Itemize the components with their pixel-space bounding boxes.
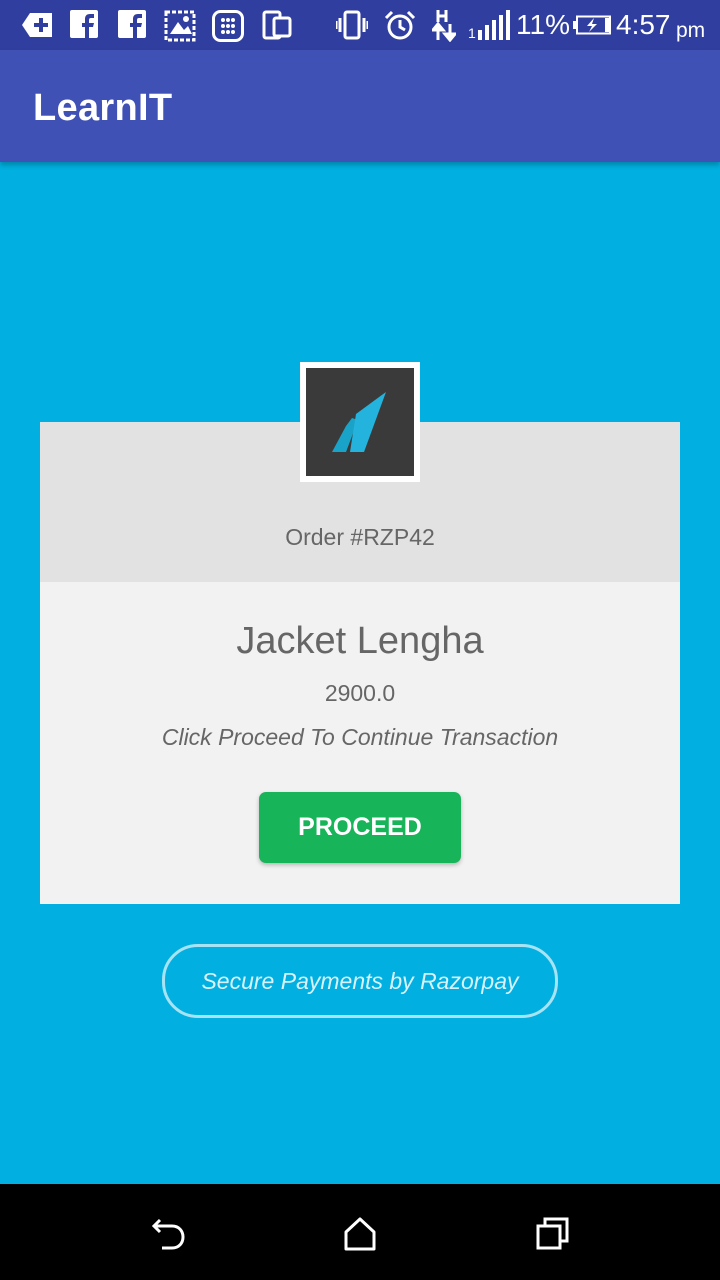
- tablet-icon: [262, 10, 292, 40]
- battery-percent: 11%: [516, 9, 570, 40]
- battery-charging-icon: [573, 15, 611, 35]
- facebook-icon: [118, 10, 146, 38]
- secure-payments-badge: Secure Payments by Razorpay: [162, 944, 558, 1018]
- proceed-button[interactable]: PROCEED: [259, 792, 461, 863]
- order-card-body: Jacket Lengha 2900.0 Click Proceed To Co…: [40, 582, 680, 904]
- alarm-icon: [384, 10, 416, 40]
- back-icon[interactable]: [148, 1214, 188, 1254]
- status-bar: 1 11% 4:57 pm: [0, 0, 720, 50]
- data-transfer-icon: [432, 10, 456, 42]
- app-bar: LearnIT: [0, 50, 720, 162]
- order-id: Order #RZP42: [285, 524, 435, 550]
- recents-icon[interactable]: [532, 1214, 572, 1254]
- status-time-suffix: pm: [676, 19, 706, 42]
- product-name: Jacket Lengha: [236, 620, 484, 662]
- signal-icon: 1: [468, 10, 510, 40]
- navigation-bar: [0, 1184, 720, 1280]
- facebook-icon: [70, 10, 98, 38]
- proceed-hint: Click Proceed To Continue Transaction: [161, 724, 559, 750]
- svg-text:1: 1: [468, 25, 476, 40]
- home-icon[interactable]: [340, 1214, 380, 1254]
- app-title: LearnIT: [33, 87, 173, 129]
- vibrate-icon: [336, 10, 368, 40]
- app-grid-icon: [212, 10, 244, 42]
- add-notification-icon: [22, 13, 52, 37]
- status-time: 4:57: [616, 9, 671, 40]
- razorpay-logo-icon: [332, 392, 386, 452]
- merchant-logo: [300, 362, 420, 482]
- photo-icon: [164, 10, 196, 42]
- order-amount: 2900.0: [324, 680, 396, 706]
